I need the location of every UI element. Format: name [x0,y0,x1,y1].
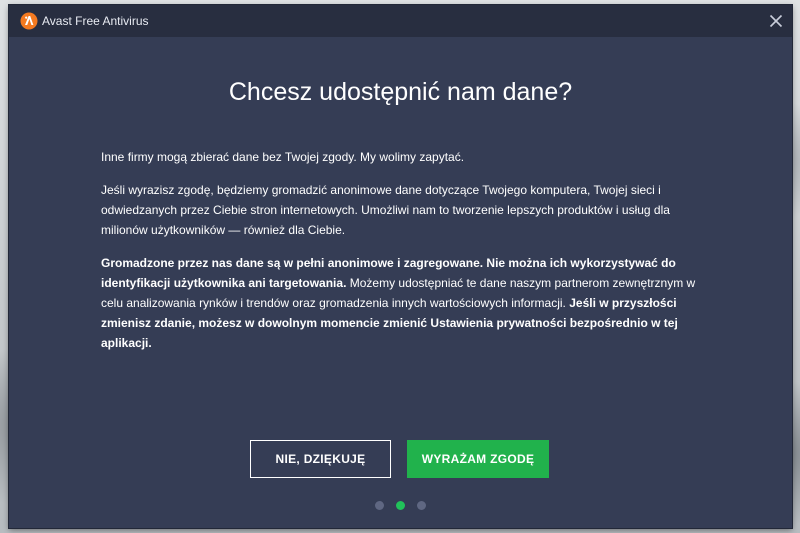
title-bar: Avast Free Antivirus [9,5,792,37]
close-icon [769,14,783,28]
avast-logo-icon [20,12,38,30]
consent-text: Inne firmy mogą zbierać dane bez Twojej … [101,147,711,366]
accept-button[interactable]: WYRAŻAM ZGODĘ [407,440,549,478]
pagination-dot-3[interactable] [417,501,426,510]
pagination-dot-2[interactable] [396,501,405,510]
consent-paragraph: Jeśli wyrazisz zgodę, będziemy gromadzić… [101,183,670,237]
window-title: Avast Free Antivirus [42,14,149,28]
decline-button[interactable]: NIE, DZIĘKUJĘ [250,440,391,478]
intro-paragraph: Inne firmy mogą zbierać dane bez Twojej … [101,150,465,164]
close-button[interactable] [764,9,788,33]
pagination-dots [9,501,792,511]
pagination-dot-1[interactable] [375,501,384,510]
app-window: Avast Free Antivirus Chcesz udostępnić n… [9,5,792,528]
data-usage-paragraph: Gromadzone przez nas dane są w pełni ano… [101,253,711,353]
dialog-title: Chcesz udostępnić nam dane? [228,78,573,106]
